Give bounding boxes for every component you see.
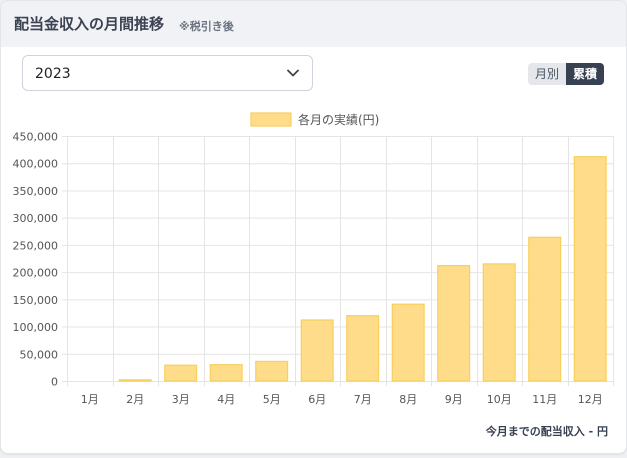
y-tick-label: 300,000	[13, 212, 59, 225]
x-tick-label: 5月	[263, 393, 281, 406]
footer-label: 今月までの配当収入	[485, 425, 585, 438]
x-tick-label: 1月	[81, 393, 99, 406]
bar-chart: 0 50,000 100,000 150,000 200,000 250,000 300,0…	[13, 112, 614, 406]
x-tick-label: 4月	[217, 393, 235, 406]
bar-2月	[118, 379, 152, 382]
bar-10月	[482, 263, 516, 382]
x-tick-label: 2月	[126, 393, 144, 406]
y-tick-label: 50,000	[20, 348, 59, 361]
y-tick-label: 150,000	[13, 294, 59, 307]
y-tick-label: 100,000	[13, 321, 59, 334]
bar-8月	[391, 303, 425, 382]
y-tick-label: 350,000	[13, 185, 59, 198]
y-tick-label: 400,000	[13, 158, 59, 171]
x-tick-label: 3月	[172, 393, 190, 406]
footer-summary: 今月までの配当収入 - 円	[486, 423, 608, 439]
y-tick-label: 450,000	[13, 131, 59, 144]
x-tick-label: 9月	[445, 393, 463, 406]
y-tick-label: 0	[51, 376, 58, 389]
bar-5月	[255, 360, 289, 382]
bar-6月	[300, 319, 334, 382]
bar-9月	[437, 265, 471, 382]
x-tick-label: 7月	[354, 393, 372, 406]
dividend-card: 配当金収入の月間推移 ※税引き後 2023 月別 累積 0 50,000 100,0…	[0, 0, 627, 454]
bar-7月	[346, 315, 380, 382]
footer-value: - 円	[588, 425, 608, 438]
x-tick-label: 12月	[578, 393, 603, 406]
bar-3月	[164, 364, 198, 382]
x-tick-label: 10月	[487, 393, 512, 406]
bar-11月	[528, 236, 562, 382]
y-tick-label: 200,000	[13, 267, 59, 280]
bar-4月	[209, 364, 243, 382]
legend-label: 各月の実績(円)	[298, 112, 379, 127]
x-tick-label: 8月	[399, 393, 417, 406]
bar-12月	[573, 156, 607, 382]
x-tick-label: 6月	[308, 393, 326, 406]
x-tick-label: 11月	[532, 393, 557, 406]
y-tick-label: 250,000	[13, 239, 59, 252]
legend-swatch	[250, 112, 292, 127]
